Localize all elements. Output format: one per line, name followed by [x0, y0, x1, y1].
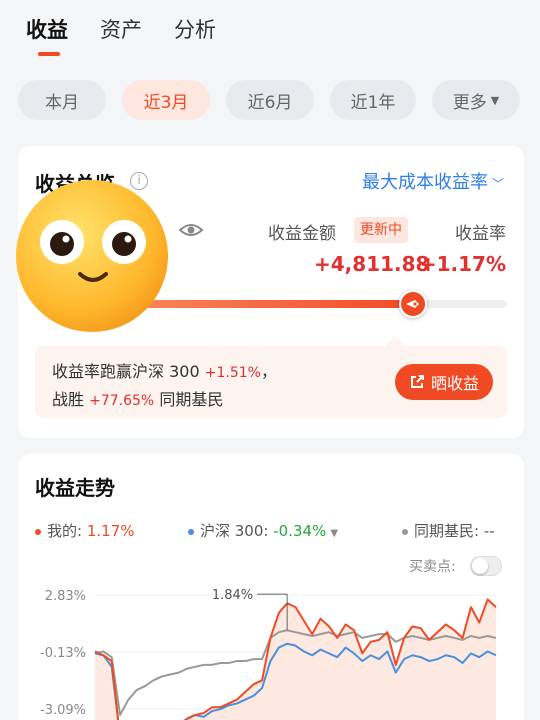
eye-icon[interactable]	[178, 220, 204, 240]
chevron-down-icon: ﹀	[491, 177, 504, 191]
legend-dot-peers	[402, 528, 408, 535]
share-earnings-button[interactable]: 晒收益	[394, 364, 493, 400]
beat-line-1: 收益率跑赢沪深 300 +1.51%，	[52, 358, 277, 382]
peak-annotation-label: 1.84%	[212, 588, 253, 603]
caret-down-icon: ▼	[330, 528, 339, 539]
period-1-year[interactable]: 近1年	[330, 80, 416, 120]
trend-title: 收益走势	[35, 476, 115, 500]
top-header: 收益 资产 分析 本月 近3月 近6月 近1年 更多 ▼	[0, 0, 540, 130]
period-this-month[interactable]: 本月	[18, 80, 106, 120]
beat-summary: 收益率跑赢沪深 300 +1.51%， 战胜 +77.65% 同期基民 晒收益	[35, 336, 507, 418]
amount-label: 收益金额	[268, 224, 336, 244]
y-tick-label: -0.13%	[40, 646, 86, 661]
period-more[interactable]: 更多 ▼	[432, 80, 520, 120]
legend-index-value: -0.34%	[273, 522, 327, 540]
caret-down-icon: ▼	[490, 93, 500, 107]
tab-earnings[interactable]: 收益	[26, 14, 68, 58]
tab-assets[interactable]: 资产	[100, 14, 142, 58]
legend-mine: 我的: 1.17%	[35, 520, 135, 541]
y-tick-label: 2.83%	[45, 589, 86, 604]
beat-line-1-text: 收益率跑赢沪深 300	[52, 362, 200, 381]
rate-label: 收益率	[455, 224, 506, 244]
rate-value: +1.17%	[419, 252, 506, 276]
main-tabs: 收益 资产 分析	[26, 14, 216, 58]
beat-line-2: 战胜 +77.65% 同期基民	[52, 386, 223, 410]
beat-peers-value: +77.65%	[89, 393, 155, 409]
earnings-trend-card: 收益走势 我的: 1.17% 沪深 300: -0.34% ▼ 同期基民: -- …	[18, 454, 524, 720]
period-more-label: 更多	[452, 92, 487, 113]
legend-mine-value: 1.17%	[86, 522, 135, 540]
period-selector: 本月 近3月 近6月 近1年 更多 ▼	[18, 80, 520, 120]
legend-peers: 同期基民: --	[402, 520, 495, 541]
updating-badge: 更新中	[354, 217, 408, 243]
legend-peers-value: --	[483, 522, 495, 540]
share-icon	[410, 375, 424, 388]
metric-selector-label: 最大成本收益率	[361, 172, 488, 193]
smiley-emoji-icon	[16, 180, 168, 332]
legend-peers-label: 同期基民:	[414, 522, 480, 540]
y-tick-label: -3.09%	[40, 703, 86, 718]
beat-line-2-text: 战胜	[52, 390, 85, 409]
rank-progress-knob	[398, 290, 427, 318]
metric-selector[interactable]: 最大成本收益率 ﹀	[362, 168, 504, 194]
beat-line-1-suffix: ，	[260, 362, 277, 381]
legend-dot-index	[188, 528, 194, 535]
legend-index-label: 沪深 300:	[200, 522, 269, 540]
beat-index-value: +1.51%	[204, 365, 261, 381]
tab-analysis[interactable]: 分析	[174, 14, 216, 58]
legend-dot-mine	[35, 528, 41, 535]
beat-line-2-suffix: 同期基民	[159, 390, 224, 409]
trend-chart[interactable]: 2.83% -0.13% -3.09% 1.84%	[18, 578, 524, 720]
period-3-months[interactable]: 近3月	[122, 80, 210, 120]
period-6-months[interactable]: 近6月	[226, 80, 314, 120]
trade-points-toggle[interactable]	[470, 556, 502, 576]
legend-mine-label: 我的:	[47, 522, 83, 540]
amount-value: +4,811.88	[314, 252, 430, 276]
rocket-icon	[405, 300, 419, 308]
share-button-label: 晒收益	[430, 374, 479, 393]
legend-index[interactable]: 沪深 300: -0.34% ▼	[188, 520, 338, 541]
trade-points-label: 买卖点:	[409, 559, 456, 575]
